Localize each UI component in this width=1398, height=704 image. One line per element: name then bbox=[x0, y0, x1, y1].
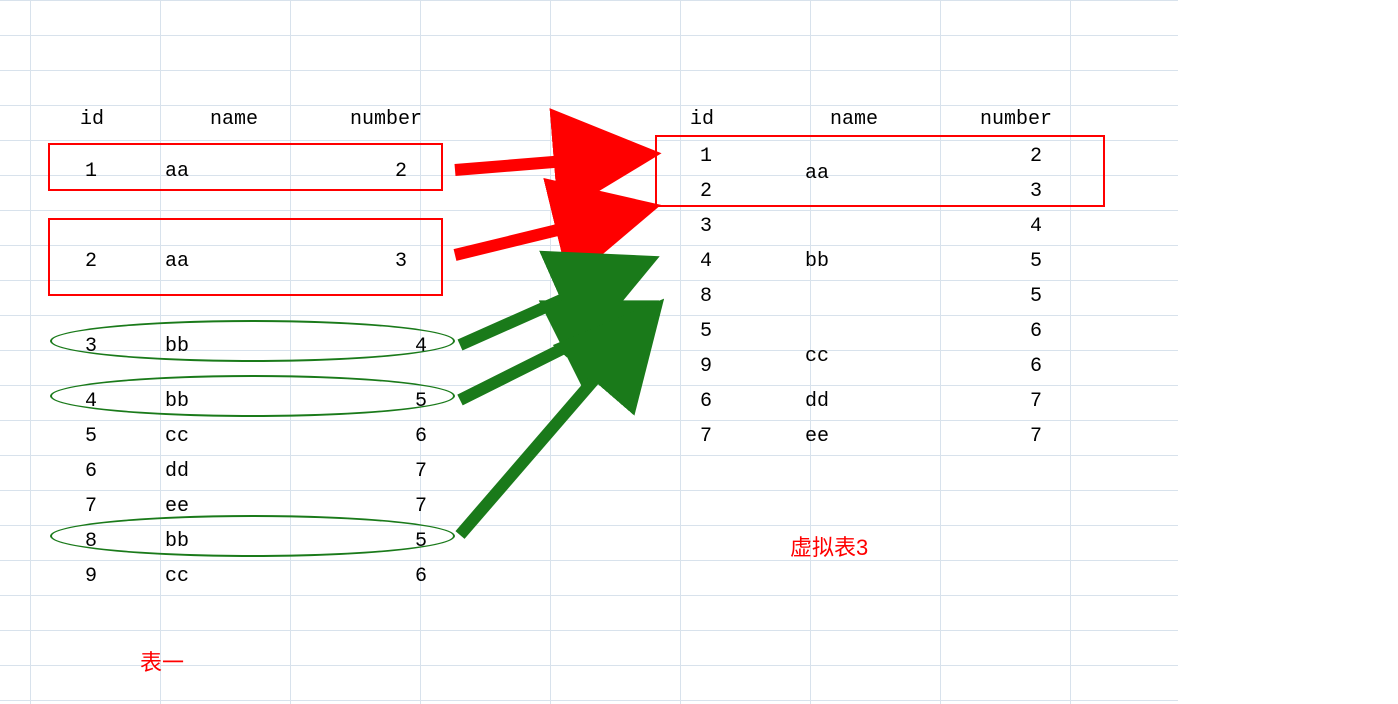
t3-r4-number: 5 bbox=[1030, 250, 1042, 273]
t3-r7-number: 6 bbox=[1030, 355, 1042, 378]
t1-r5-id: 5 bbox=[85, 425, 97, 448]
t3-r5-id: 8 bbox=[700, 285, 712, 308]
t1-header-name: name bbox=[210, 108, 258, 131]
t3-r8-number: 7 bbox=[1030, 390, 1042, 413]
red-box-t3-group1 bbox=[655, 135, 1105, 207]
t1-r6-name: dd bbox=[165, 460, 189, 483]
green-ellipse-row3 bbox=[50, 320, 455, 362]
green-ellipse-row4 bbox=[50, 375, 455, 417]
t1-r9-id: 9 bbox=[85, 565, 97, 588]
table1-label: 表一 bbox=[140, 645, 184, 677]
t3-group2-name: bb bbox=[805, 250, 829, 273]
t3-r3-id: 3 bbox=[700, 215, 712, 238]
t1-r5-number: 6 bbox=[415, 425, 427, 448]
t1-r7-number: 7 bbox=[415, 495, 427, 518]
t1-r9-name: cc bbox=[165, 565, 189, 588]
t1-r7-id: 7 bbox=[85, 495, 97, 518]
green-ellipse-row8 bbox=[50, 515, 455, 557]
t3-group3-name: cc bbox=[805, 345, 829, 368]
t3-r3-number: 4 bbox=[1030, 215, 1042, 238]
t1-r9-number: 6 bbox=[415, 565, 427, 588]
t3-r7-id: 9 bbox=[700, 355, 712, 378]
t3-r4-id: 4 bbox=[700, 250, 712, 273]
t3-r9-id: 7 bbox=[700, 425, 712, 448]
t3-r8-name: dd bbox=[805, 390, 829, 413]
t1-header-number: number bbox=[350, 108, 422, 131]
red-box-t1-row2 bbox=[48, 218, 443, 296]
t3-header-id: id bbox=[690, 108, 714, 131]
t3-r6-id: 5 bbox=[700, 320, 712, 343]
t3-r6-number: 6 bbox=[1030, 320, 1042, 343]
t1-r5-name: cc bbox=[165, 425, 189, 448]
t1-r7-name: ee bbox=[165, 495, 189, 518]
t3-r5-number: 5 bbox=[1030, 285, 1042, 308]
t1-r6-id: 6 bbox=[85, 460, 97, 483]
table3-label: 虚拟表3 bbox=[790, 530, 868, 562]
t3-r9-name: ee bbox=[805, 425, 829, 448]
t3-r8-id: 6 bbox=[700, 390, 712, 413]
t3-r9-number: 7 bbox=[1030, 425, 1042, 448]
t1-r6-number: 7 bbox=[415, 460, 427, 483]
t3-header-number: number bbox=[980, 108, 1052, 131]
t3-header-name: name bbox=[830, 108, 878, 131]
red-box-t1-row1 bbox=[48, 143, 443, 191]
t1-header-id: id bbox=[80, 108, 104, 131]
